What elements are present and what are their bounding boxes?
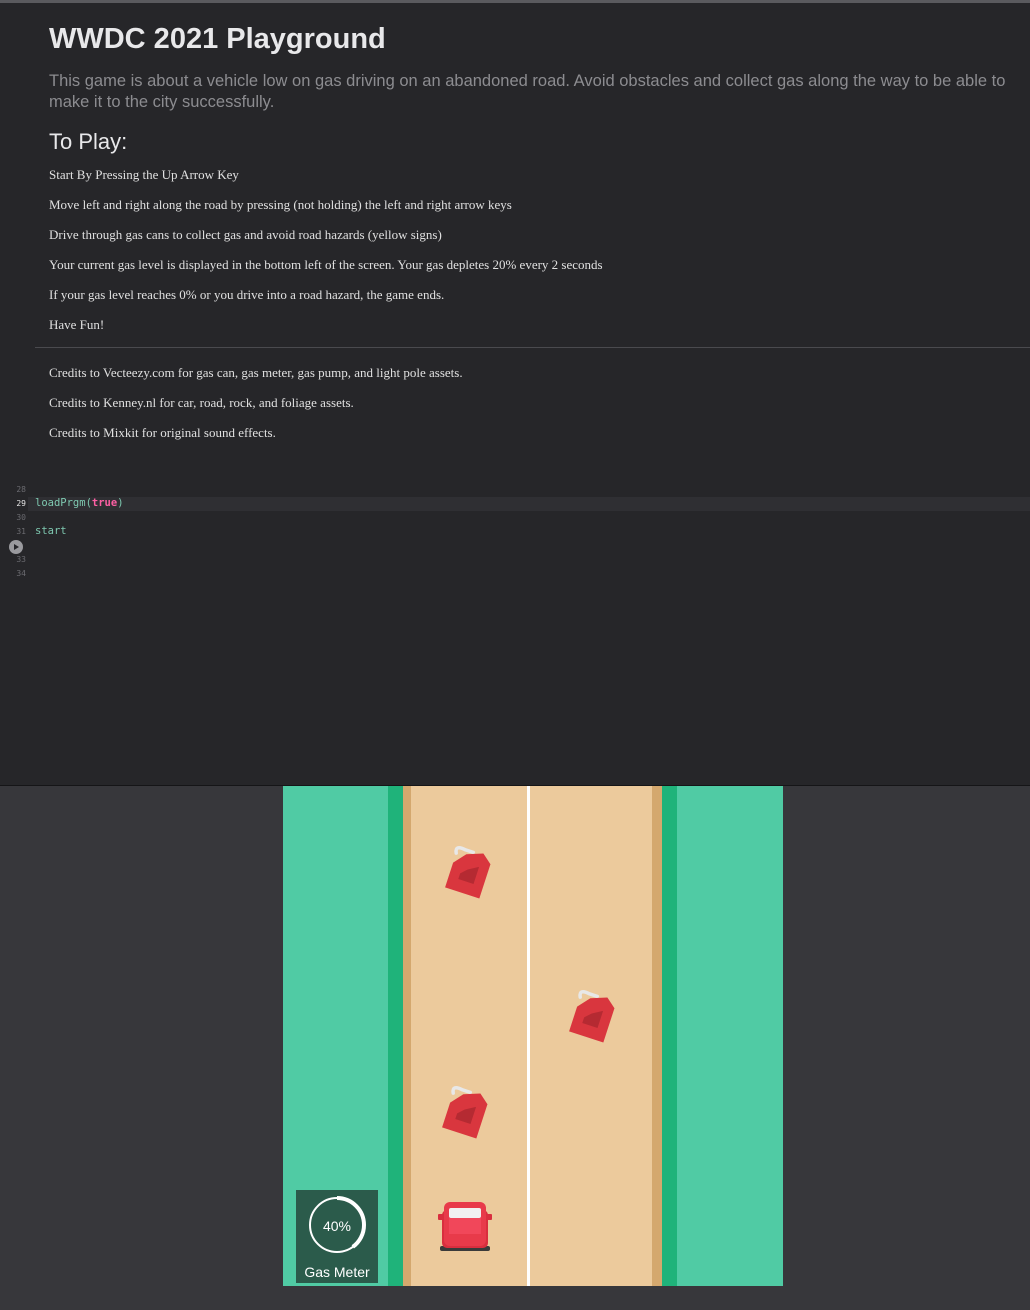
- credit-line: Credits to Vecteezy.com for gas can, gas…: [49, 365, 463, 380]
- left-road-shoulder: [403, 786, 411, 1286]
- instruction-line: Your current gas level is displayed in t…: [49, 257, 603, 272]
- gas-meter: 40% Gas Meter: [296, 1190, 378, 1283]
- gas-percent: 40%: [322, 1218, 352, 1234]
- line-number: 29: [16, 499, 26, 508]
- right-road-shoulder: [652, 786, 662, 1286]
- gas-meter-label: Gas Meter: [304, 1264, 370, 1280]
- line-number: 28: [16, 485, 26, 494]
- line-number: 34: [16, 569, 26, 578]
- closing-paren: ): [117, 497, 124, 509]
- game-scene[interactable]: 40% Gas Meter: [283, 786, 783, 1286]
- credit-line: Credits to Kenney.nl for car, road, rock…: [49, 395, 354, 410]
- credit-line: Credits to Mixkit for original sound eff…: [49, 425, 276, 440]
- game-description: This game is about a vehicle low on gas …: [49, 72, 1006, 111]
- lane-divider-line: [527, 786, 530, 1286]
- line-number: 31: [16, 527, 26, 536]
- road: [403, 786, 662, 1286]
- run-line-button[interactable]: [9, 540, 23, 554]
- right-road-border: [662, 786, 677, 1286]
- instruction-line: Drive through gas cans to collect gas an…: [49, 227, 442, 242]
- instruction-line: Start By Pressing the Up Arrow Key: [49, 167, 239, 182]
- page-title: WWDC 2021 Playground: [49, 23, 386, 55]
- line-number: 30: [16, 513, 26, 522]
- function-call: loadPrgm(: [35, 497, 92, 509]
- section-divider: [35, 347, 1030, 348]
- to-play-heading: To Play:: [49, 129, 128, 154]
- playground-editor[interactable]: WWDC 2021 Playground This game is about …: [0, 3, 1030, 785]
- code-line-31[interactable]: start: [35, 525, 67, 537]
- line-number: 33: [16, 555, 26, 564]
- instruction-line: Have Fun!: [49, 317, 105, 332]
- instruction-line: If your gas level reaches 0% or you driv…: [49, 287, 445, 302]
- instruction-line: Move left and right along the road by pr…: [49, 197, 512, 212]
- car-icon: [438, 1202, 492, 1251]
- left-road-border: [388, 786, 403, 1286]
- code-line-29[interactable]: loadPrgm(true): [35, 497, 124, 509]
- keyword-true: true: [91, 497, 118, 509]
- current-line-highlight: [28, 497, 1030, 511]
